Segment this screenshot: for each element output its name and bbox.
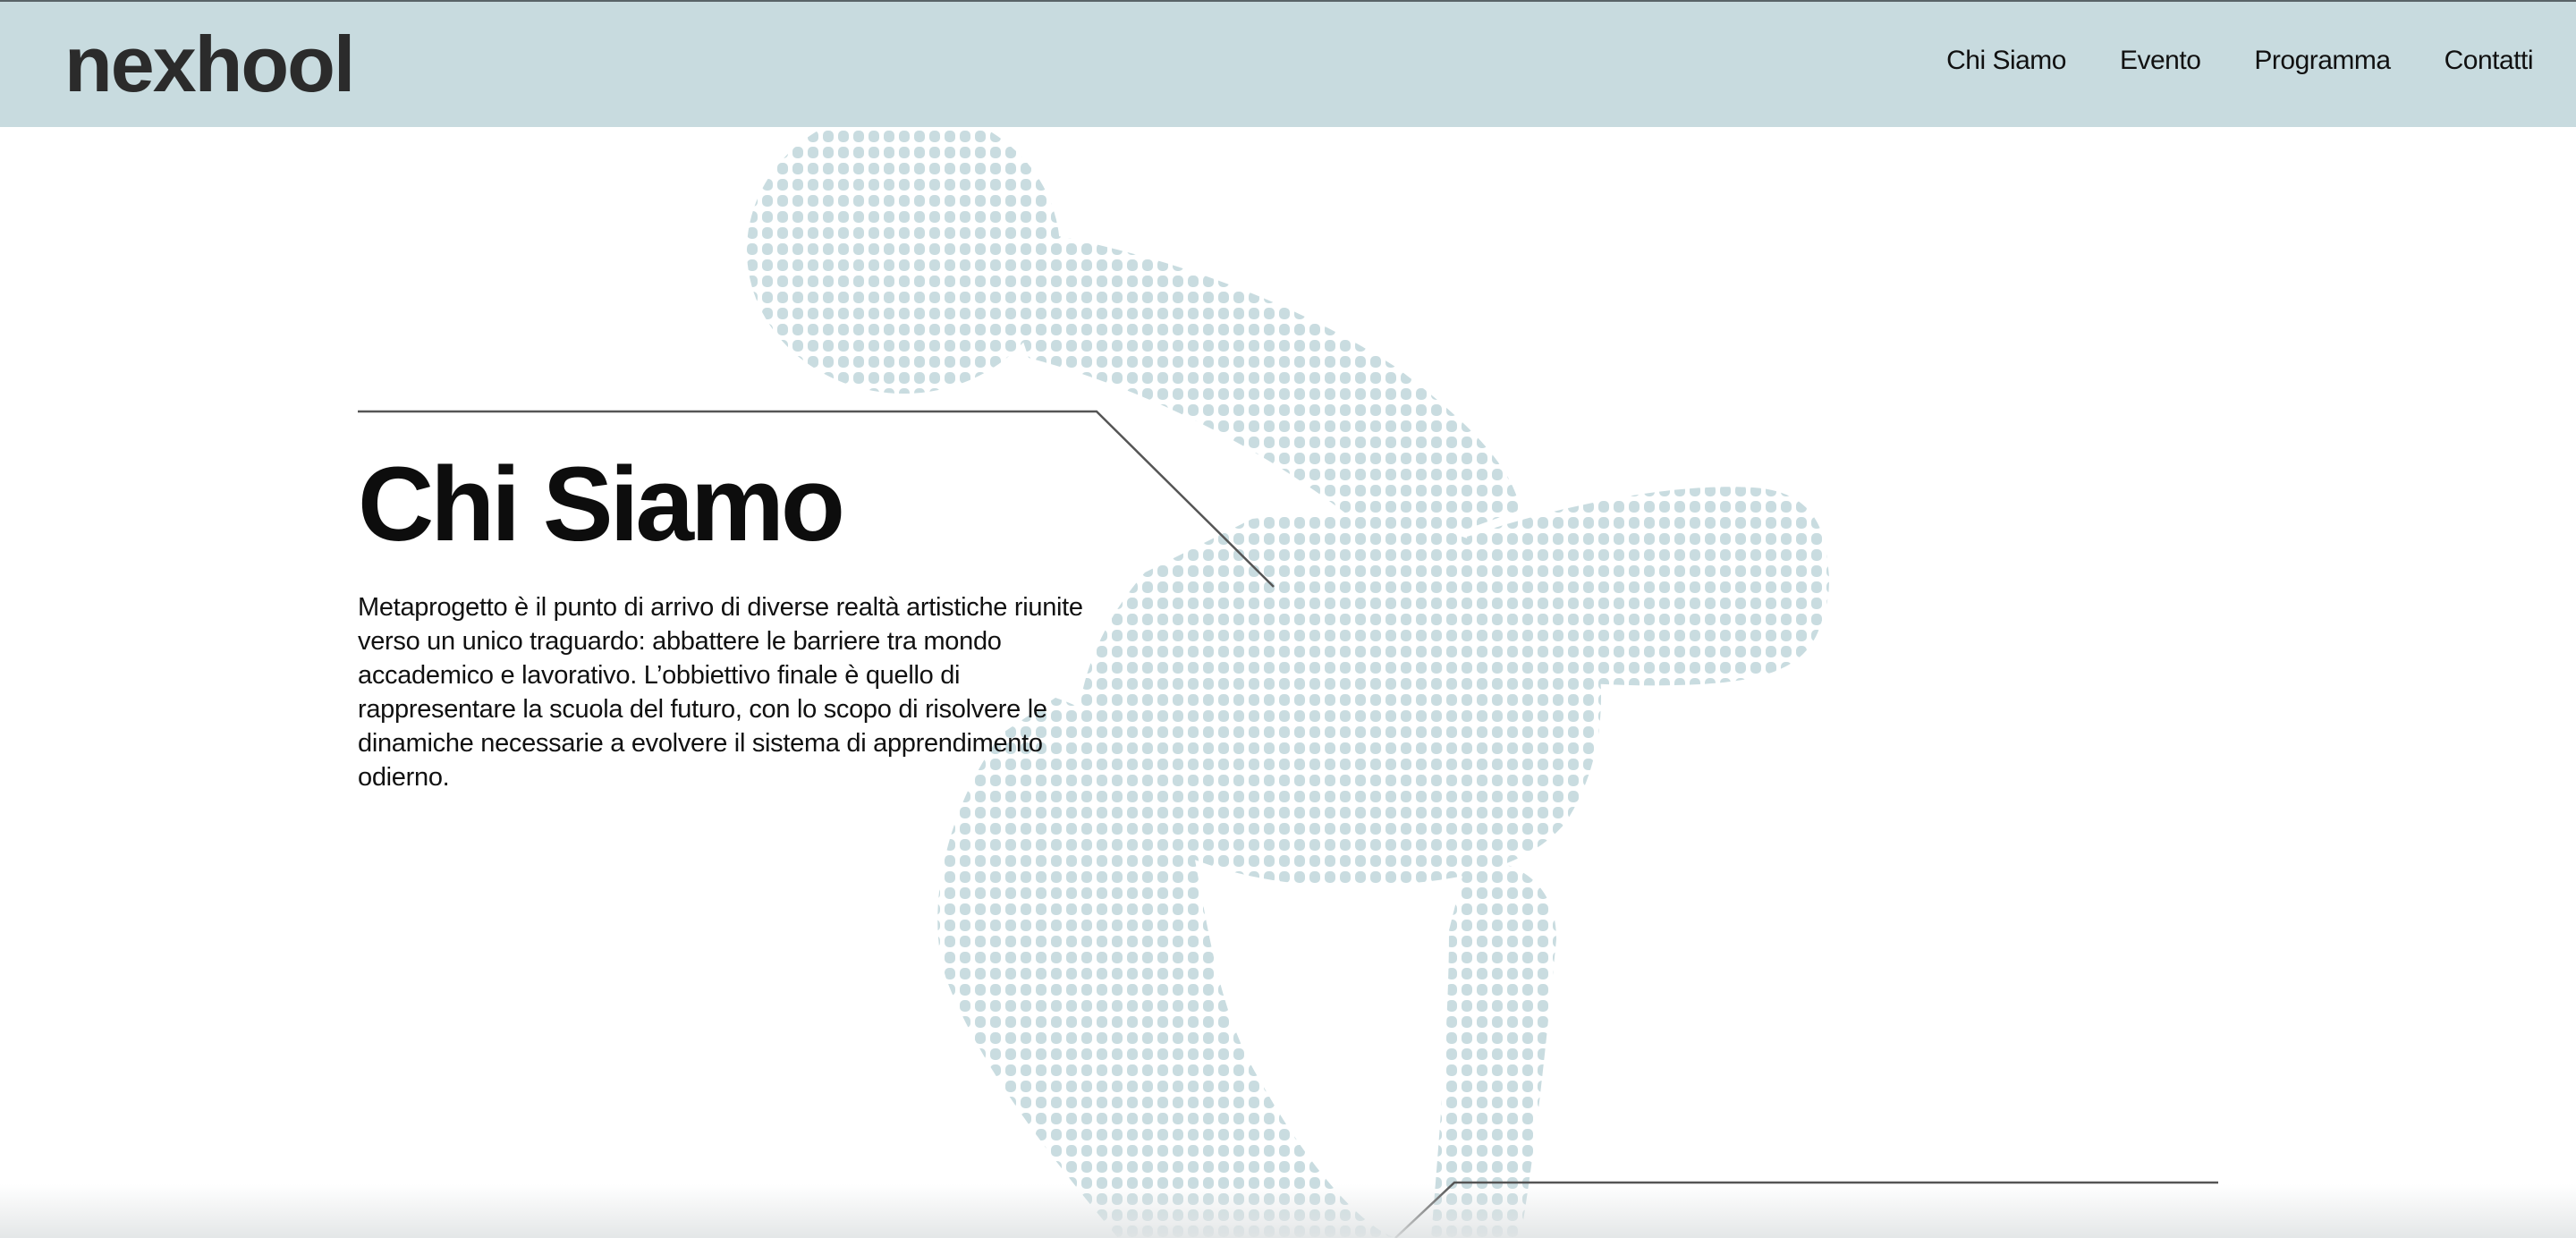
logo[interactable]: nexhool (64, 25, 355, 104)
section-body: Metaprogetto è il punto di arrivo di div… (358, 592, 1083, 792)
nav-item-contatti[interactable]: Contatti (2445, 43, 2534, 79)
main-nav: Chi Siamo Evento Programma Contatti (1946, 43, 2533, 79)
section-title: Chi Siamo (358, 445, 845, 564)
nav-item-chi-siamo[interactable]: Chi Siamo (1946, 43, 2066, 79)
nav-item-programma[interactable]: Programma (2254, 43, 2391, 79)
top-rule (0, 0, 2576, 2)
chi-siamo-section: Chi Siamo Metaprogetto è il punto di arr… (358, 445, 1109, 794)
bottom-fade (0, 1184, 2576, 1238)
page: nexhool Chi Siamo Evento Programma Conta… (0, 0, 2576, 1238)
nav-item-evento[interactable]: Evento (2120, 43, 2201, 79)
site-header: nexhool Chi Siamo Evento Programma Conta… (0, 2, 2576, 127)
